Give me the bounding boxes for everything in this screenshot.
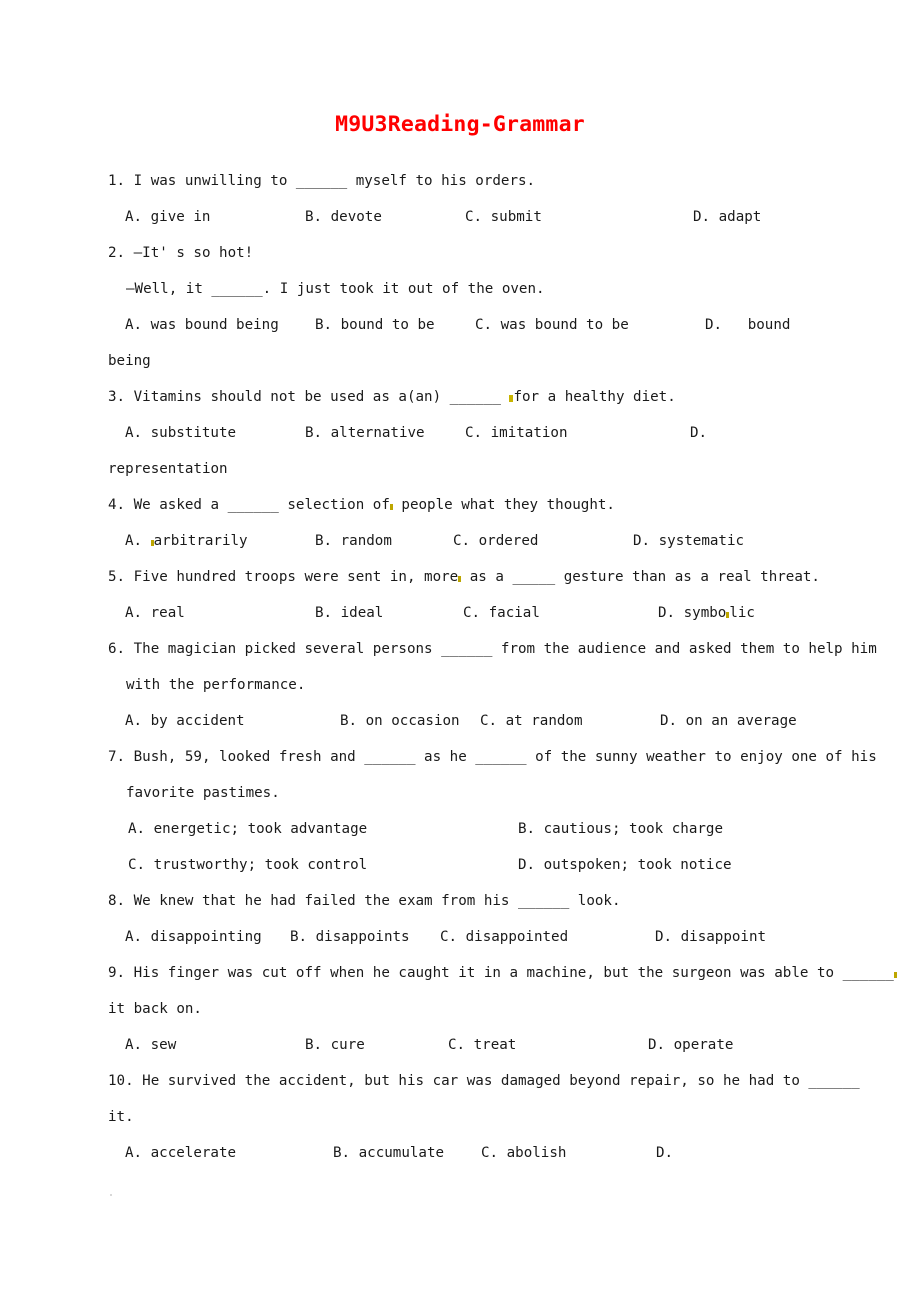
question-2-stem: 2. —It' s so hot! [108, 245, 254, 261]
option-b[interactable]: B. random [315, 523, 453, 559]
question-4-stem-post: people what they thought. [392, 497, 615, 513]
option-c[interactable]: C. ordered [453, 523, 633, 559]
option-b[interactable]: B. alternative [305, 415, 465, 451]
option-a-text: arbitrarily [153, 533, 248, 549]
option-a-label: A. [125, 533, 151, 549]
question-5-stem-pre: 5. Five hundred troops were sent in, mor… [108, 569, 459, 585]
option-d-head: D. symbo [658, 605, 727, 621]
spellcheck-artifact-icon [893, 972, 897, 978]
question-6-options: A. by accident B. on occasion C. at rand… [125, 703, 815, 739]
option-d-tail: lic [729, 605, 755, 621]
spellcheck-artifact-icon [150, 540, 154, 546]
option-b[interactable]: B. cure [305, 1027, 448, 1063]
question-3-option-overflow: representation [108, 461, 228, 477]
option-d[interactable]: D. outspoken; took notice [518, 847, 732, 883]
option-c[interactable]: C. imitation [465, 415, 690, 451]
page-speck [110, 1194, 112, 1196]
option-c[interactable]: C. abolish [481, 1135, 656, 1171]
option-b[interactable]: B. on occasion [340, 703, 480, 739]
option-d[interactable]: D. symbo lic [658, 595, 755, 631]
option-b[interactable]: B. cautious; took charge [518, 811, 723, 847]
option-d[interactable]: D. bound [705, 307, 790, 343]
option-c[interactable]: C. disappointed [440, 919, 655, 955]
option-a[interactable]: A. disappointing [125, 919, 290, 955]
question-1-options: A. give in B. devote C. submit D. adapt [125, 199, 815, 235]
option-a[interactable]: A. arbitrarily [125, 523, 315, 559]
question-6-stem-continued: with the performance. [126, 677, 306, 693]
option-b[interactable]: B. disappoints [290, 919, 440, 955]
question-9-options: A. sew B. cure C. treat D. operate [125, 1027, 815, 1063]
question-9-stem: 9. His finger was cut off when he caught… [108, 955, 897, 991]
option-d[interactable]: D. disappoint [655, 919, 766, 955]
question-5-stem: 5. Five hundred troops were sent in, mor… [108, 559, 820, 595]
question-2-stem-continued: —Well, it ______. I just took it out of … [126, 281, 545, 297]
spellcheck-artifact-icon [389, 504, 393, 510]
option-d[interactable]: D. on an average [660, 703, 797, 739]
question-8-stem: 8. We knew that he had failed the exam f… [108, 893, 621, 909]
option-a[interactable]: A. energetic; took advantage [128, 811, 518, 847]
option-a[interactable]: A. sew [125, 1027, 305, 1063]
question-5-options: A. real B. ideal C. facial D. symbo lic [125, 595, 815, 631]
question-8-options: A. disappointing B. disappoints C. disap… [125, 919, 815, 955]
question-2-options: A. was bound being B. bound to be C. was… [125, 307, 815, 343]
option-a[interactable]: A. give in [125, 199, 305, 235]
option-d[interactable]: D. [690, 415, 707, 451]
question-3-stem: 3. Vitamins should not be used as a(an) … [108, 379, 812, 415]
option-c[interactable]: C. at random [480, 703, 660, 739]
option-b[interactable]: B. accumulate [333, 1135, 481, 1171]
option-c[interactable]: C. facial [463, 595, 658, 631]
question-7-stem: 7. Bush, 59, looked fresh and ______ as … [108, 749, 877, 765]
option-a[interactable]: A. by accident [125, 703, 340, 739]
question-7-options-row-2: C. trustworthy; took control D. outspoke… [128, 847, 816, 883]
question-6-stem: 6. The magician picked several persons _… [108, 641, 877, 657]
option-b[interactable]: B. bound to be [315, 307, 475, 343]
option-c[interactable]: C. submit [465, 199, 693, 235]
option-d[interactable]: D. systematic [633, 523, 744, 559]
option-a[interactable]: A. real [125, 595, 315, 631]
question-7-stem-continued: favorite pastimes. [126, 785, 280, 801]
spellcheck-artifact-icon [458, 576, 462, 582]
question-list: 1. I was unwilling to ______ myself to h… [108, 163, 897, 1171]
question-4-stem-pre: 4. We asked a ______ selection of [108, 497, 390, 513]
question-10-options: A. accelerate B. accumulate C. abolish D… [125, 1135, 815, 1171]
option-c[interactable]: C. treat [448, 1027, 648, 1063]
question-10-stem: 10. He survived the accident, but his ca… [108, 1073, 860, 1089]
question-9-stem-text: 9. His finger was cut off when he caught… [108, 965, 894, 981]
option-c[interactable]: C. trustworthy; took control [128, 847, 518, 883]
question-5-stem-post: as a _____ gesture than as a real threat… [461, 569, 820, 585]
document-page: M9U3Reading-Grammar 1. I was unwilling t… [0, 0, 920, 1302]
option-d[interactable]: D. adapt [693, 199, 761, 235]
question-3-stem-post: for a healthy diet. [513, 389, 676, 405]
option-a[interactable]: A. substitute [125, 415, 305, 451]
question-3-options: A. substitute B. alternative C. imitatio… [125, 415, 815, 451]
question-3-stem-pre: 3. Vitamins should not be used as a(an) … [108, 389, 510, 405]
question-9-stem-continued: it back on. [108, 1001, 202, 1017]
option-d[interactable]: D. operate [648, 1027, 733, 1063]
option-a[interactable]: A. accelerate [125, 1135, 333, 1171]
option-a[interactable]: A. was bound being [125, 307, 315, 343]
question-1-stem: 1. I was unwilling to ______ myself to h… [108, 173, 536, 189]
option-d[interactable]: D. [656, 1135, 673, 1171]
question-10-stem-continued: it. [108, 1109, 134, 1125]
option-b[interactable]: B. devote [305, 199, 465, 235]
spellcheck-artifact-icon [726, 612, 730, 618]
question-7-options-row-1: A. energetic; took advantage B. cautious… [128, 811, 816, 847]
page-title: M9U3Reading-Grammar [335, 112, 585, 137]
question-4-stem: 4. We asked a ______ selection of people… [108, 487, 812, 523]
spellcheck-artifact-icon [509, 395, 514, 402]
option-b[interactable]: B. ideal [315, 595, 463, 631]
question-4-options: A. arbitrarily B. random C. ordered D. s… [125, 523, 815, 559]
option-c[interactable]: C. was bound to be [475, 307, 705, 343]
question-2-option-overflow: being [108, 353, 151, 369]
